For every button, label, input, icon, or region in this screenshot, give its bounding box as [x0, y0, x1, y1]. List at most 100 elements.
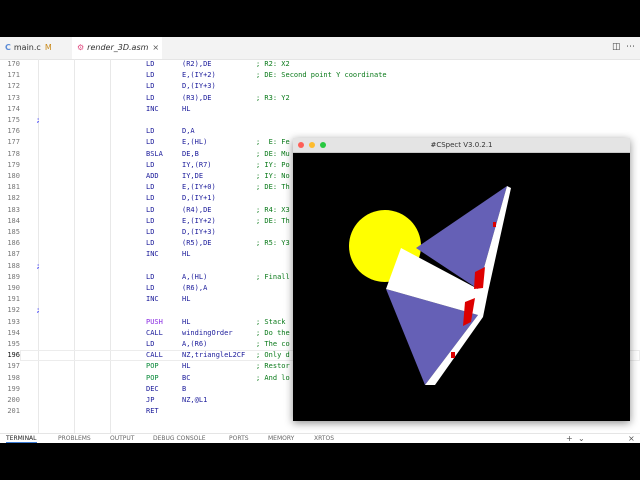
code-mnemonic: LD — [146, 160, 155, 169]
code-operand: NZ,triangleL2CF — [182, 351, 246, 360]
code-comment: ; E: Fe — [256, 138, 290, 147]
line-number: 193 — [7, 317, 20, 326]
code-mnemonic: CALL — [146, 328, 163, 337]
code-operand: (R5),DE — [182, 239, 212, 248]
code-operand: (R6),A — [182, 284, 208, 292]
code-comment: ; R2: X2 — [256, 60, 290, 68]
window-titlebar[interactable]: #CSpect V3.0.2.1 — [293, 138, 630, 153]
close-tab-icon[interactable]: × — [152, 43, 159, 52]
code-mnemonic: INC — [146, 104, 159, 113]
code-mnemonic: LD — [146, 216, 155, 225]
chevron-down-icon[interactable]: ⌄ — [578, 434, 585, 443]
line-number: 197 — [7, 362, 20, 371]
code-line[interactable]: 173 LD (R3),DE ; R3: Y2 — [0, 93, 640, 104]
cspect-emulator-window[interactable]: #CSpect V3.0.2.1 — [293, 138, 630, 421]
code-operand: E,(IY+2) — [182, 71, 216, 80]
code-comment: ; Stack — [256, 317, 286, 326]
code-mnemonic: LD — [146, 127, 155, 136]
code-mnemonic: POP — [146, 373, 159, 382]
panel-tab-debug-console[interactable]: DEBUG CONSOLE — [153, 435, 206, 442]
code-operand: A,(R6) — [182, 340, 208, 348]
line-number: 184 — [7, 216, 20, 225]
code-mnemonic: LD — [146, 228, 155, 236]
render-scene — [349, 186, 511, 385]
line-number: 199 — [7, 384, 20, 393]
line-number: 200 — [7, 396, 20, 404]
panel-tab-output[interactable]: OUTPUT — [110, 435, 134, 442]
split-editor-icon[interactable]: ◫ — [612, 42, 621, 52]
code-operand: A,(HL) — [182, 272, 208, 281]
line-number: 179 — [7, 160, 20, 169]
code-operand: D,A — [182, 127, 195, 136]
modified-badge: M — [44, 43, 52, 52]
line-number: 176 — [7, 127, 20, 136]
line-number: 188 — [7, 261, 20, 270]
code-line[interactable]: 172 LD D,(IY+3) — [0, 81, 640, 92]
code-comment: ; DE: Th — [256, 216, 290, 225]
code-comment: ; Restor — [256, 362, 290, 371]
tab-render-3d-asm[interactable]: ⚙ render_3D.asm × — [72, 37, 162, 59]
code-comment: ; R4: X3 — [256, 205, 290, 214]
line-number: 183 — [7, 205, 20, 214]
new-terminal-icon[interactable]: + — [566, 434, 573, 443]
code-operand: DE,B — [182, 149, 199, 158]
code-operand: E,(IY+2) — [182, 216, 216, 225]
code-mnemonic: CALL — [146, 351, 163, 360]
code-mnemonic: LD — [146, 194, 155, 203]
code-mnemonic: LD — [146, 138, 155, 147]
code-separator: ; — [36, 116, 41, 124]
close-panel-icon[interactable]: × — [628, 434, 635, 443]
code-line[interactable]: 176 LD D,A — [0, 126, 640, 137]
panel-tab-xrtos[interactable]: XRTOS — [314, 435, 334, 442]
editor-tab-bar: Cmain.c M ⚙ render_3D.asm × ◫ ⋯ — [0, 37, 640, 60]
code-mnemonic: LD — [146, 71, 155, 80]
code-operand: D,(IY+3) — [182, 228, 216, 236]
line-number: 173 — [7, 93, 20, 102]
more-actions-icon[interactable]: ⋯ — [626, 42, 635, 52]
panel-tab-problems[interactable]: PROBLEMS — [58, 435, 91, 442]
code-separator: ; — [36, 261, 41, 270]
line-number: 177 — [7, 138, 20, 147]
red-accent — [493, 222, 496, 227]
code-separator: ; — [36, 306, 41, 315]
line-number: 187 — [7, 250, 20, 259]
code-operand: BC — [182, 373, 191, 382]
code-operand: IY,DE — [182, 172, 204, 180]
code-operand: (R4),DE — [182, 205, 212, 214]
line-number: 186 — [7, 239, 20, 248]
code-mnemonic: LD — [146, 93, 155, 102]
code-line[interactable]: 170 LD (R2),DE ; R2: X2 — [0, 59, 640, 70]
code-operand: (R2),DE — [182, 60, 212, 68]
code-line[interactable]: 175; — [0, 115, 640, 126]
code-comment: ; R3: Y2 — [256, 93, 290, 102]
line-number: 170 — [7, 60, 20, 68]
code-comment: ; R5: Y3 — [256, 239, 290, 248]
line-number: 178 — [7, 149, 20, 158]
line-number: 174 — [7, 104, 20, 113]
code-line[interactable]: 171 LD E,(IY+2) ; DE: Second point Y coordi… — [0, 70, 640, 81]
line-number: 180 — [7, 172, 20, 180]
code-mnemonic: PUSH — [146, 317, 163, 326]
code-operand: HL — [182, 295, 191, 304]
asm-file-icon: ⚙ — [77, 43, 85, 52]
line-number: 172 — [7, 82, 20, 91]
line-number: 185 — [7, 228, 20, 236]
panel-tab-terminal[interactable]: TERMINAL — [6, 435, 37, 443]
code-mnemonic: POP — [146, 362, 159, 371]
code-mnemonic: ADD — [146, 172, 159, 180]
tab-main-c[interactable]: Cmain.c M — [0, 37, 73, 59]
code-operand: HL — [182, 362, 191, 371]
code-line[interactable]: 174 INC HL — [0, 104, 640, 115]
panel-tab-ports[interactable]: PORTS — [229, 435, 249, 442]
c-file-icon: C — [5, 43, 11, 52]
code-mnemonic: DEC — [146, 384, 159, 393]
code-comment: ; DE: Th — [256, 183, 290, 192]
line-number: 181 — [7, 183, 20, 192]
code-comment: ; And lo — [256, 373, 290, 382]
panel-tab-memory[interactable]: MEMORY — [268, 435, 294, 442]
code-operand: D,(IY+3) — [182, 82, 216, 91]
code-comment: ; Do the — [256, 328, 290, 337]
code-mnemonic: RET — [146, 407, 159, 416]
code-operand: HL — [182, 317, 191, 326]
code-mnemonic: JP — [146, 396, 155, 404]
